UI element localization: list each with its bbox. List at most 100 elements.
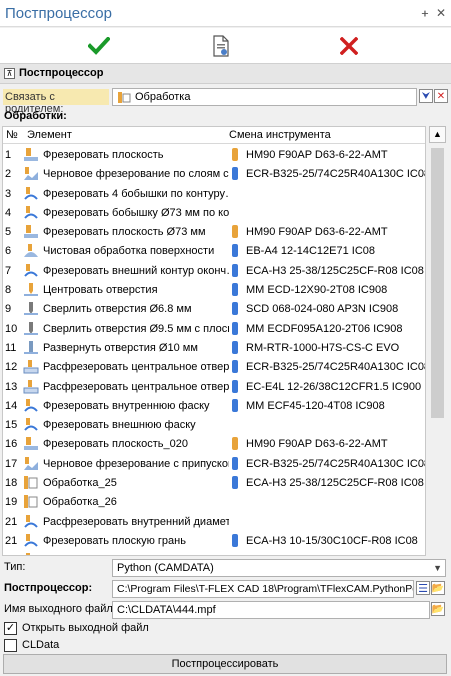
cancel-button[interactable] xyxy=(334,34,364,58)
row-element: Фрезеровать лепестки окончательно xyxy=(43,554,229,555)
table-row[interactable]: 9 Сверлить отверстия Ø6.8 мм SCD 068-024-0… xyxy=(3,299,425,318)
parent-value: Обработка xyxy=(135,91,191,103)
row-tool: ECA-H3 25-38/125C25CF-R08 IC08 xyxy=(246,477,424,490)
type-select[interactable]: Python (CAMDATA) ▼ xyxy=(112,559,446,577)
output-file-value: C:\CLDATA\444.mpf xyxy=(117,604,216,616)
contour-icon xyxy=(23,186,39,201)
table-row[interactable]: 12 Расфрезеровать центральное отверс… ECR-… xyxy=(3,357,426,376)
row-number: 11 xyxy=(5,341,17,354)
output-file-input[interactable]: C:\CLDATA\444.mpf xyxy=(112,601,430,619)
cldata-checkbox[interactable] xyxy=(4,639,17,652)
row-tool: RM-RTR-1000-H7S-CS-C EVO xyxy=(246,341,400,354)
table-row[interactable]: 3 Фрезеровать 4 бобышки по контуру… xyxy=(3,184,425,203)
row-tool: ECA-H3 25-38/125C25CF-R08 IC08 xyxy=(246,264,424,277)
folder-icon[interactable]: 📂 xyxy=(431,581,445,595)
face-mill-icon xyxy=(23,436,39,451)
list-icon[interactable]: ☰ xyxy=(416,581,430,595)
table-row[interactable]: 17 Черновое фрезерование с припуском… ECR-… xyxy=(3,454,425,473)
row-number: 21 xyxy=(5,515,18,528)
output-folder-icon[interactable]: 📂 xyxy=(431,602,445,616)
row-number: 4 xyxy=(5,206,12,219)
operation-icon xyxy=(118,92,131,103)
parent-field[interactable]: Обработка xyxy=(112,88,417,106)
contour-icon xyxy=(23,514,39,529)
contour-icon xyxy=(23,552,39,555)
row-element: Фрезеровать плоскую грань xyxy=(43,534,186,547)
table-row[interactable]: 4 Фрезеровать бобышку Ø73 мм по кон… xyxy=(3,203,425,222)
options-button[interactable] xyxy=(206,34,236,58)
row-number: 14 xyxy=(5,399,18,412)
column-tool[interactable]: Смена инструмента xyxy=(229,129,331,141)
row-tool: HM90 F90AP D63-6-22-AMT xyxy=(246,226,388,239)
tool-icon xyxy=(232,225,238,239)
row-number: 2 xyxy=(5,168,12,181)
table-row[interactable]: 19 Обработка_26 xyxy=(3,492,425,511)
ok-button[interactable] xyxy=(84,34,114,58)
table-row[interactable]: 10 Сверлить отверстия Ø9.5 мм с плоск… MM … xyxy=(3,319,425,338)
table-row[interactable]: 21 Фрезеровать плоскую грань ECA-H3 10-15/… xyxy=(3,531,425,550)
window-title: Постпроцессор xyxy=(5,5,112,22)
table-row[interactable]: 18 Обработка_25 ECA-H3 25-38/125C25CF-R08 … xyxy=(3,473,425,492)
row-number: 13 xyxy=(5,380,18,393)
scroll-thumb[interactable] xyxy=(431,148,444,418)
contour-icon xyxy=(23,417,39,432)
postprocessor-path-field[interactable]: C:\Program Files\T-FLEX CAD 18\Program\T… xyxy=(112,580,414,598)
row-element: Фрезеровать внешнюю фаску xyxy=(43,419,196,432)
finishing-icon xyxy=(23,243,39,258)
table-row[interactable]: 16 Фрезеровать плоскость_020 HM90 F90AP D6… xyxy=(3,434,425,453)
table-row[interactable]: 14 Фрезеровать внутреннюю фаску MM ECF45-1… xyxy=(3,396,425,415)
pin-icon[interactable]: ᚐ xyxy=(418,6,432,20)
table-row[interactable]: 22 Фрезеровать лепестки окончательно xyxy=(3,550,425,555)
open-output-label: Открыть выходной файл xyxy=(22,622,149,634)
table-row[interactable]: 2 Черновое фрезерование по слоям с п… ECR-… xyxy=(3,164,426,183)
row-element: Сверлить отверстия Ø6.8 мм xyxy=(43,303,192,316)
roughing-icon xyxy=(23,166,39,181)
table-row[interactable]: 8 Центровать отверстия MM ECD-12X90-2T08 I… xyxy=(3,280,425,299)
row-tool: HM90 F90AP D63-6-22-AMT xyxy=(246,149,388,161)
table-row[interactable]: 7 Фрезеровать внешний контур оконч… ECA-H3… xyxy=(3,261,425,280)
table-row[interactable]: 13 Расфрезеровать центральное отверс… EC-E… xyxy=(3,377,425,396)
table-scrollbar[interactable]: ▲ xyxy=(428,126,447,556)
row-number: 3 xyxy=(5,187,12,200)
row-number: 10 xyxy=(5,322,18,335)
row-number: 12 xyxy=(5,361,18,374)
contour-icon xyxy=(23,205,39,220)
row-tool: MM ECF45-120-4T08 IC908 xyxy=(246,399,385,412)
row-number: 15 xyxy=(5,419,18,432)
operation-icon xyxy=(23,475,39,490)
row-tool: ECR-B325-25/74C25R40A130C IC08 xyxy=(246,168,426,181)
scroll-up-icon[interactable]: ▲ xyxy=(429,126,446,143)
table-row[interactable]: 11 Развернуть отверстия Ø10 мм RM-RTR-1000… xyxy=(3,338,425,357)
table-row[interactable]: 1 Фрезеровать плоскость HM90 F90AP D63-6-2… xyxy=(3,145,425,164)
column-element[interactable]: Элемент xyxy=(27,129,72,141)
postprocess-button[interactable]: Постпроцессировать xyxy=(3,654,447,674)
row-number: 21 xyxy=(5,534,18,547)
row-number: 1 xyxy=(5,149,12,161)
tool-icon xyxy=(232,148,238,161)
row-tool: ECR-B325-25/74C25R40A130C IC08 xyxy=(246,361,426,374)
table-row[interactable]: 21 Расфрезеровать внутренний диаметр xyxy=(3,512,425,531)
row-tool: MM ECDF095A120-2T06 IC908 xyxy=(246,322,403,335)
tool-icon xyxy=(232,398,238,412)
table-row[interactable]: 6 Чистовая обработка поверхности EB-A4 12-… xyxy=(3,241,425,260)
cldata-label: CLData xyxy=(22,639,60,651)
column-num[interactable]: № xyxy=(6,129,18,141)
open-output-checkbox[interactable]: ✓ xyxy=(4,622,17,635)
row-element: Черновое фрезерование по слоям с п… xyxy=(43,168,229,181)
row-element: Расфрезеровать внутренний диаметр xyxy=(43,515,229,528)
clear-parent-icon[interactable]: ✕ xyxy=(434,89,448,103)
roughing-icon xyxy=(23,456,39,471)
row-element: Фрезеровать внутреннюю фаску xyxy=(43,399,210,412)
table-row[interactable]: 5 Фрезеровать плоскость Ø73 мм HM90 F90AP … xyxy=(3,222,425,241)
close-icon[interactable]: ✕ xyxy=(434,6,448,20)
tool-icon xyxy=(232,263,238,277)
table-row[interactable]: 15 Фрезеровать внешнюю фаску xyxy=(3,415,425,434)
operations-table: № Элемент Смена инструмента 1 Фрезеровать… xyxy=(2,126,426,556)
row-element: Расфрезеровать центральное отверс… xyxy=(43,380,229,393)
select-parent-icon[interactable]: ⮟ xyxy=(419,89,433,103)
section-header[interactable]: ⊼ Постпроцессор xyxy=(0,64,451,84)
row-element: Фрезеровать 4 бобышки по контуру… xyxy=(43,187,229,200)
row-tool: EB-A4 12-14C12E71 IC08 xyxy=(246,245,376,258)
face-mill-icon xyxy=(23,224,39,239)
collapse-icon[interactable]: ⊼ xyxy=(4,68,15,79)
